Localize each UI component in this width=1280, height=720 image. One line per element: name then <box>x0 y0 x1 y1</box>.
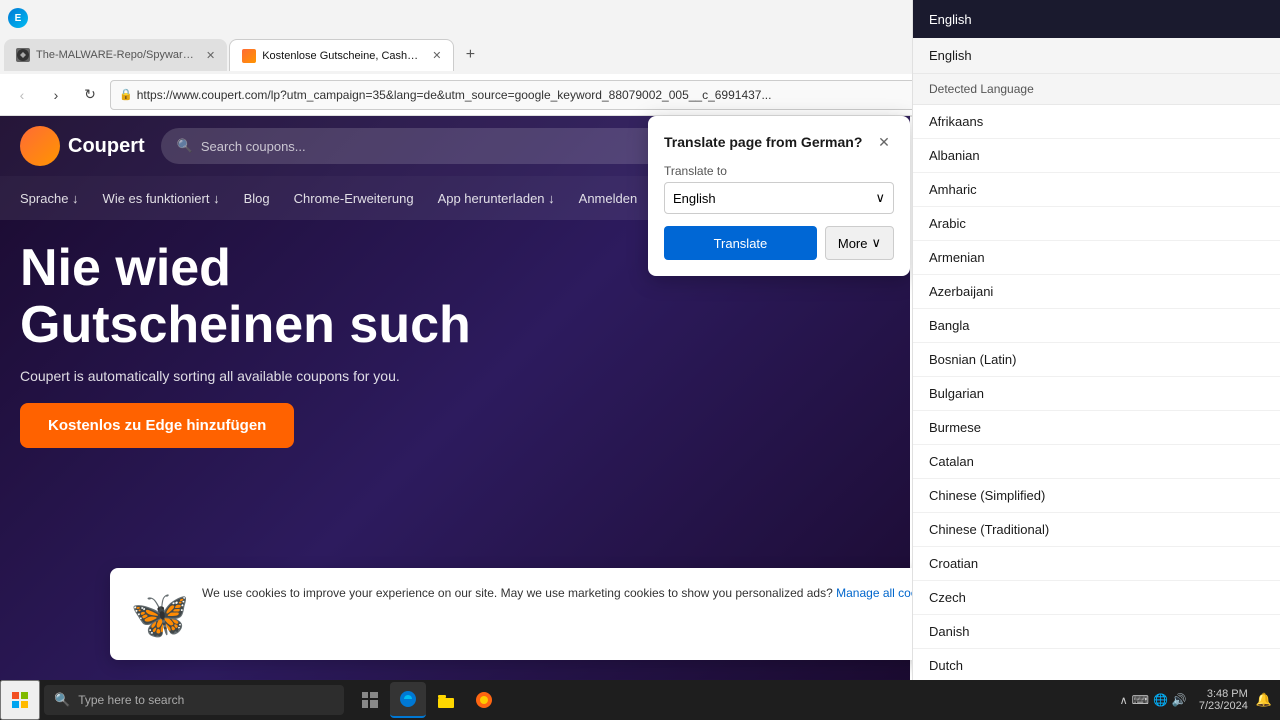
chevron-up-icon[interactable]: ∧ <box>1120 694 1128 707</box>
dropdown-arrow-icon: ∨ <box>875 190 885 206</box>
selected-language-text: English <box>673 191 716 206</box>
lang-item-bulgarian[interactable]: Bulgarian <box>913 377 1280 411</box>
more-label: More <box>838 236 868 251</box>
translate-to-label: Translate to <box>664 164 894 178</box>
more-chevron-icon: ∨ <box>871 235 881 251</box>
lang-selected-english[interactable]: English <box>913 38 1280 74</box>
lang-item-bosnian[interactable]: Bosnian (Latin) <box>913 343 1280 377</box>
translate-actions: Translate More ∨ <box>664 226 894 260</box>
butterfly-image: 🦋 <box>130 584 190 644</box>
logo-icon <box>20 126 60 166</box>
nav-wie[interactable]: Wie es funktioniert ↓ <box>103 191 220 206</box>
tab-close-coupert[interactable]: ✕ <box>432 49 441 62</box>
new-tab-button[interactable]: + <box>456 41 484 69</box>
tab-favicon-coupert <box>242 49 256 63</box>
logo-area: Coupert <box>20 126 145 166</box>
lang-item-burmese[interactable]: Burmese <box>913 411 1280 445</box>
lang-item-azerbaijani[interactable]: Azerbaijani <box>913 275 1280 309</box>
lang-panel-title: English <box>929 12 972 27</box>
translate-close-button[interactable]: ✕ <box>874 132 894 152</box>
lang-item-amharic[interactable]: Amharic <box>913 173 1280 207</box>
taskbar: 🔍 Type here to search ∧ ⌨ 🌐 🔊 3:48 PM 7/… <box>0 680 1280 720</box>
tab-title-coupert: Kostenlose Gutscheine, Cashba... <box>262 50 422 62</box>
taskbar-search-bar[interactable]: 🔍 Type here to search <box>44 685 344 715</box>
search-placeholder: Search coupons... <box>201 139 306 154</box>
nav-chrome[interactable]: Chrome-Erweiterung <box>294 191 414 206</box>
lang-item-chinese-simplified[interactable]: Chinese (Simplified) <box>913 479 1280 513</box>
taskbar-right: ∧ ⌨ 🌐 🔊 3:48 PM 7/23/2024 🔔 <box>1108 688 1280 712</box>
more-button[interactable]: More ∨ <box>825 226 894 260</box>
taskbar-apps <box>348 682 506 718</box>
lang-item-chinese-traditional[interactable]: Chinese (Traditional) <box>913 513 1280 547</box>
nav-sprache[interactable]: Sprache ↓ <box>20 191 79 206</box>
lang-item-afrikaans[interactable]: Afrikaans <box>913 105 1280 139</box>
taskbar-search-text: Type here to search <box>78 693 184 707</box>
language-list: Afrikaans Albanian Amharic Arabic Armeni… <box>913 105 1280 720</box>
lang-detected-label: Detected Language <box>913 74 1280 105</box>
add-to-edge-button[interactable]: Kostenlos zu Edge hinzufügen <box>20 403 294 448</box>
keyboard-icon: ⌨ <box>1132 693 1149 707</box>
lang-item-bangla[interactable]: Bangla <box>913 309 1280 343</box>
lang-panel-header: English <box>913 0 1280 38</box>
notification-area: ∧ ⌨ 🌐 🔊 <box>1116 693 1191 707</box>
lang-item-dutch[interactable]: Dutch <box>913 649 1280 683</box>
search-icon: 🔍 <box>177 138 193 154</box>
tab-malware[interactable]: The-MALWARE-Repo/Spyware/b... ✕ <box>4 39 227 71</box>
back-button[interactable]: ‹ <box>8 81 36 109</box>
tab-title-malware: The-MALWARE-Repo/Spyware/b... <box>36 49 196 61</box>
taskbar-task-view[interactable] <box>352 682 388 718</box>
taskbar-firefox[interactable] <box>466 682 502 718</box>
cookie-text: We use cookies to improve your experienc… <box>202 584 990 602</box>
tab-favicon-malware <box>16 48 30 62</box>
start-button[interactable] <box>0 680 40 720</box>
notification-bell-icon[interactable]: 🔔 <box>1256 692 1272 708</box>
cookie-banner: 🦋 We use cookies to improve your experie… <box>110 568 1010 660</box>
url-text: https://www.coupert.com/lp?utm_campaign=… <box>137 88 772 102</box>
lang-item-armenian[interactable]: Armenian <box>913 241 1280 275</box>
refresh-button[interactable]: ↻ <box>76 81 104 109</box>
lang-item-danish[interactable]: Danish <box>913 615 1280 649</box>
taskbar-time: 3:48 PM <box>1199 688 1248 700</box>
taskbar-search-icon: 🔍 <box>54 692 70 708</box>
tab-close-malware[interactable]: ✕ <box>206 49 215 62</box>
taskbar-date: 7/23/2024 <box>1199 700 1248 712</box>
lang-item-catalan[interactable]: Catalan <box>913 445 1280 479</box>
forward-button[interactable]: › <box>42 81 70 109</box>
translate-button[interactable]: Translate <box>664 226 817 260</box>
nav-blog[interactable]: Blog <box>244 191 270 206</box>
logo-text: Coupert <box>68 135 145 158</box>
translate-title: Translate page from German? <box>664 134 862 150</box>
nav-anmelden[interactable]: Anmelden <box>579 191 638 206</box>
lang-item-czech[interactable]: Czech <box>913 581 1280 615</box>
volume-icon[interactable]: 🔊 <box>1172 693 1187 707</box>
lang-item-albanian[interactable]: Albanian <box>913 139 1280 173</box>
close-icon: ✕ <box>878 134 890 151</box>
network-icon[interactable]: 🌐 <box>1153 693 1168 707</box>
hero-body: Coupert is automatically sorting all ava… <box>20 366 890 387</box>
nav-app[interactable]: App herunterladen ↓ <box>438 191 555 206</box>
translate-popup: Translate page from German? ✕ Translate … <box>648 116 910 276</box>
language-select[interactable]: English ∨ <box>664 182 894 214</box>
taskbar-file-explorer[interactable] <box>428 682 464 718</box>
taskbar-time-area[interactable]: 3:48 PM 7/23/2024 <box>1199 688 1248 712</box>
lang-item-arabic[interactable]: Arabic <box>913 207 1280 241</box>
taskbar-edge[interactable] <box>390 682 426 718</box>
lang-item-croatian[interactable]: Croatian <box>913 547 1280 581</box>
language-panel: English English Detected Language Afrika… <box>912 0 1280 720</box>
tab-coupert[interactable]: Kostenlose Gutscheine, Cashba... ✕ <box>229 39 454 71</box>
translate-header: Translate page from German? ✕ <box>664 132 894 152</box>
